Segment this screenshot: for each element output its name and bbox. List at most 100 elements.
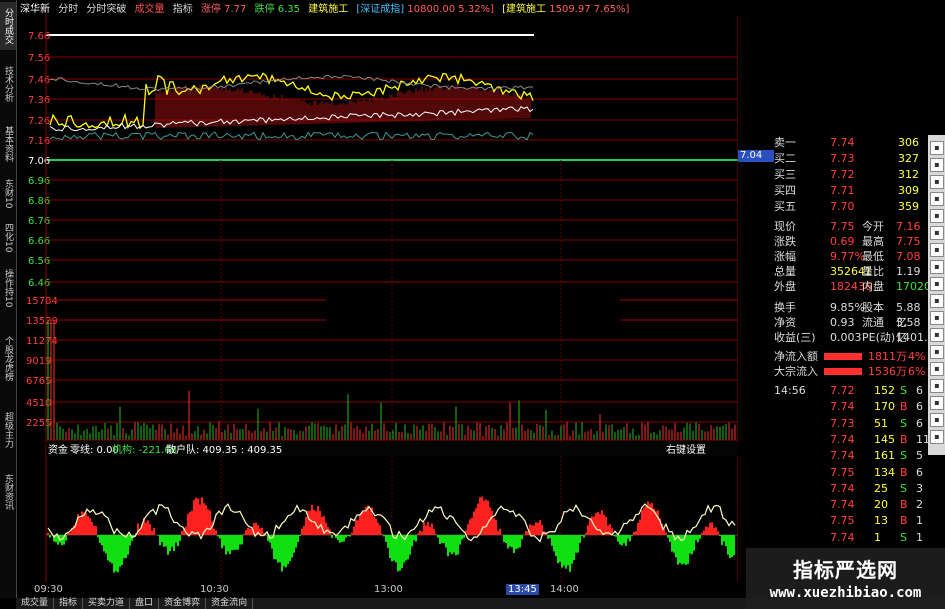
- right-toolbar: ▪ ▪ ▪ ▪ ▪ ▪ ▪ ▪ ▪ ▪ ▪ ▪ ▪ ▪ ▪ ▪ ▪ ▪: [928, 135, 945, 455]
- bottom-tab-2[interactable]: 买卖力道: [83, 598, 131, 609]
- order-book-volume: 359: [898, 200, 919, 213]
- toolbar-icon[interactable]: ▪: [930, 243, 944, 257]
- order-book-row[interactable]: 买二 7.73 327: [738, 151, 928, 166]
- quote-value: 9.77%: [830, 250, 865, 263]
- left-tab-5[interactable]: 操作持10: [0, 262, 16, 314]
- tick-row: 14:56 7.72 152 S 6: [738, 383, 928, 398]
- sector2-name: [建筑施工: [502, 4, 547, 15]
- order-book-row[interactable]: 买三 7.72 312: [738, 167, 928, 182]
- tick-price: 7.75: [830, 514, 855, 528]
- index-name: [深证成指]: [356, 4, 405, 15]
- toolbar-icon[interactable]: ▪: [930, 413, 944, 427]
- quote-label: 涨幅: [774, 250, 796, 263]
- toolbar-icon[interactable]: ▪: [930, 379, 944, 393]
- bottom-tab-5[interactable]: 资金流向: [206, 598, 254, 609]
- tick-row: 7.74 1 S 1: [738, 530, 928, 545]
- watermark-url: www.xuezhibiao.com: [769, 585, 922, 601]
- toolbar-icon[interactable]: ▪: [930, 311, 944, 325]
- price-tick-label: 6.76: [28, 216, 50, 227]
- tick-row: 7.73 51 S 6: [738, 416, 928, 431]
- left-tab-1[interactable]: 技术分析: [0, 54, 16, 114]
- fund-settings: 右键设置: [666, 443, 706, 456]
- order-book-price: 7.71: [830, 184, 855, 197]
- tick-price: 7.74: [830, 400, 855, 414]
- tick-side: B: [900, 465, 908, 479]
- toolbar-icon[interactable]: ▪: [930, 328, 944, 342]
- toolbar-icon[interactable]: ▪: [930, 209, 944, 223]
- left-tab-7[interactable]: 超级主力: [0, 402, 16, 458]
- toolbar-icon[interactable]: ▪: [930, 277, 944, 291]
- toolbar-icon[interactable]: ▪: [930, 430, 944, 444]
- quote-value2: 7.75: [896, 235, 921, 248]
- left-tab-8[interactable]: 东财资讯: [0, 462, 16, 522]
- order-book-row[interactable]: 买四 7.71 309: [738, 183, 928, 198]
- toolbar-icon[interactable]: ▪: [930, 141, 944, 155]
- left-tab-2[interactable]: 基本资料: [0, 118, 16, 170]
- order-book-row[interactable]: 买五 7.70 359: [738, 199, 928, 214]
- tick-volume: 51: [874, 416, 888, 430]
- quote-label2: 量比: [862, 265, 884, 278]
- left-tab-3[interactable]: 东财10: [0, 174, 16, 214]
- zhibiao-label[interactable]: 指标: [173, 4, 193, 15]
- toolbar-icon[interactable]: ▪: [930, 294, 944, 308]
- tick-volume: 20: [874, 498, 888, 512]
- quote-value2: 1.19: [896, 265, 921, 278]
- flow-row: 净流入额 1811万 4%: [738, 349, 928, 364]
- bottom-tab-4[interactable]: 资金博弈: [159, 598, 207, 609]
- quote-value: 9.85%: [830, 301, 865, 314]
- order-book-label: 买四: [774, 184, 796, 197]
- left-tab-strip: 分时成交技术分析基本资料东财10 四化10 操作持10 个股龙虎榜超级主力东财资讯: [0, 0, 17, 598]
- bottom-tab-1[interactable]: 指标: [54, 598, 84, 609]
- volume-tick-label: 13529: [26, 316, 58, 327]
- flow-bar: [824, 353, 862, 360]
- lower-band-line: [49, 131, 534, 141]
- tick-row: 7.75 134 B 6: [738, 465, 928, 480]
- left-tab-4[interactable]: 四化10: [0, 218, 16, 258]
- toolbar-icon[interactable]: ▪: [930, 192, 944, 206]
- quote-label2: 今开: [862, 220, 884, 233]
- price-tick-label: 7.16: [28, 136, 50, 147]
- price-tick-label: 6.46: [28, 278, 50, 289]
- order-book-row[interactable]: 卖一 7.74 306: [738, 135, 928, 150]
- view-tab-fenshi[interactable]: 分时: [58, 4, 78, 15]
- toolbar-icon[interactable]: ▪: [930, 175, 944, 189]
- toolbar-icon[interactable]: ▪: [930, 226, 944, 240]
- tick-count: 5: [916, 449, 923, 463]
- stock-name[interactable]: 深华新: [20, 4, 50, 15]
- tick-row: 7.74 161 S 5: [738, 448, 928, 463]
- left-tab-6[interactable]: 个股龙虎榜: [0, 318, 16, 398]
- tick-row: 7.74 25 S 3: [738, 481, 928, 496]
- time-axis: 09:30 10:30 13:00 13:45 14:00: [16, 582, 738, 598]
- bottom-tab-0[interactable]: 成交量: [16, 598, 55, 609]
- price-tick-label: 7.66: [28, 31, 50, 42]
- quote-label2: 内盘: [862, 280, 884, 293]
- toolbar-icon[interactable]: ▪: [930, 345, 944, 359]
- order-book-label: 卖一: [774, 136, 796, 149]
- time-tick: 10:30: [200, 584, 229, 595]
- toolbar-icon[interactable]: ▪: [930, 362, 944, 376]
- sector-name[interactable]: 建筑施工: [308, 4, 348, 15]
- quote-label: 涨跌: [774, 235, 796, 248]
- view-tab-breakout[interactable]: 分时突破: [86, 4, 126, 15]
- quote-label2: 最高: [862, 235, 884, 248]
- indicator-label[interactable]: 成交量: [135, 4, 165, 15]
- quote-row: 总量 352641 量比 1.19: [738, 264, 928, 279]
- toolbar-icon[interactable]: ▪: [930, 158, 944, 172]
- toolbar-icon[interactable]: ▪: [930, 260, 944, 274]
- bottom-tab-3[interactable]: 盘口: [130, 598, 160, 609]
- order-book-label: 买二: [774, 152, 796, 165]
- tick-side: S: [900, 449, 907, 463]
- order-book-volume: 327: [898, 152, 919, 165]
- tick-price: 7.75: [830, 465, 855, 479]
- quote-label: 外盘: [774, 280, 796, 293]
- tick-count: 6: [916, 384, 923, 397]
- left-tab-0[interactable]: 分时成交: [0, 2, 16, 50]
- quote-value: 0.93: [830, 316, 855, 329]
- volume-tick-label: 11274: [26, 336, 58, 347]
- tick-side: B: [900, 498, 908, 512]
- current-time-marker: 13:45: [506, 584, 539, 595]
- tick-price: 7.74: [830, 449, 855, 463]
- order-book-price: 7.70: [830, 200, 855, 213]
- toolbar-icon[interactable]: ▪: [930, 396, 944, 410]
- quote-label: 换手: [774, 301, 796, 314]
